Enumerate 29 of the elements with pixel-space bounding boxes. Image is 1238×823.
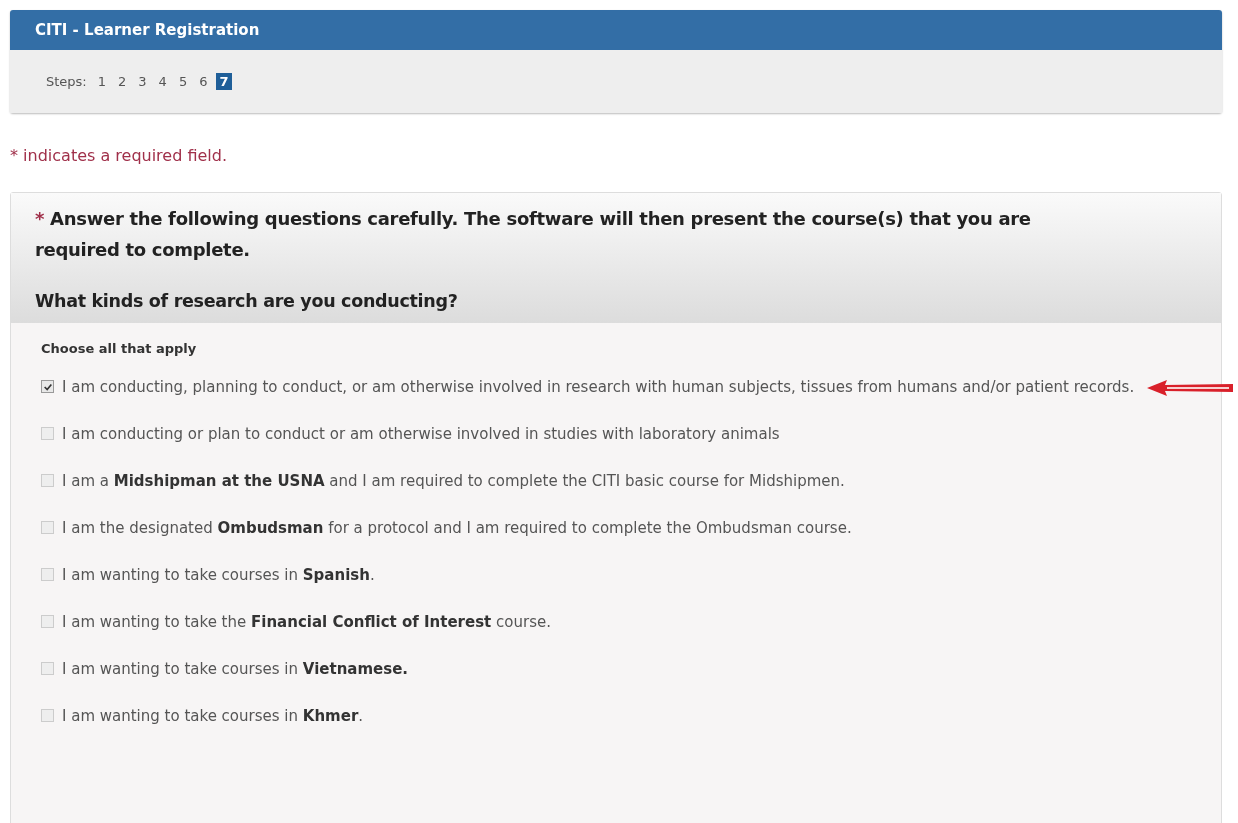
checkbox[interactable] bbox=[41, 380, 54, 393]
checkbox[interactable] bbox=[41, 662, 54, 675]
step-link[interactable]: 4 bbox=[155, 73, 170, 90]
option-label: I am wanting to take the Financial Conflict of Interest course. bbox=[62, 613, 551, 632]
step-link[interactable]: 3 bbox=[135, 73, 150, 90]
option-label: I am conducting or plan to conduct or am otherwise involved in studies with laboratory animals bbox=[62, 425, 780, 444]
checkbox[interactable] bbox=[41, 709, 54, 722]
checkbox[interactable] bbox=[41, 474, 54, 487]
step-link[interactable]: 6 bbox=[196, 73, 211, 90]
option-label: I am the designated Ombudsman for a protocol and I am required to complete the Ombudsman course. bbox=[62, 519, 852, 538]
required-note: * indicates a required field. bbox=[10, 146, 228, 165]
question-heading: What kinds of research are you conducting? bbox=[35, 290, 459, 313]
steps-label: Steps: bbox=[46, 74, 87, 89]
checkbox[interactable] bbox=[41, 615, 54, 628]
step-link[interactable]: 1 bbox=[94, 73, 110, 90]
checkbox[interactable] bbox=[41, 568, 54, 581]
step-link[interactable]: 2 bbox=[115, 73, 130, 90]
step-link[interactable]: 5 bbox=[175, 73, 191, 90]
checkbox[interactable] bbox=[41, 427, 54, 440]
checkbox[interactable] bbox=[41, 521, 54, 534]
option-label: I am wanting to take courses in Khmer. bbox=[62, 707, 364, 726]
instruction-text: * Answer the following questions carefully. The software will then present the course(s) that you are required to complete. bbox=[35, 207, 1032, 262]
hint-text: Choose all that apply bbox=[41, 341, 198, 356]
option-label: I am wanting to take courses in Spanish. bbox=[62, 566, 375, 585]
option-label: I am wanting to take courses in Vietnamese. bbox=[62, 660, 409, 679]
panel-title: CITI - Learner Registration bbox=[35, 21, 260, 39]
option-label: I am conducting, planning to conduct, or am otherwise involved in research with human subjects, tissues from humans and/or patient records. bbox=[62, 378, 1135, 397]
step-link[interactable]: 7 bbox=[216, 73, 232, 90]
option-label: I am a Midshipman at the USNA and I am required to complete the CITI basic course for Midshipmen. bbox=[62, 472, 845, 491]
